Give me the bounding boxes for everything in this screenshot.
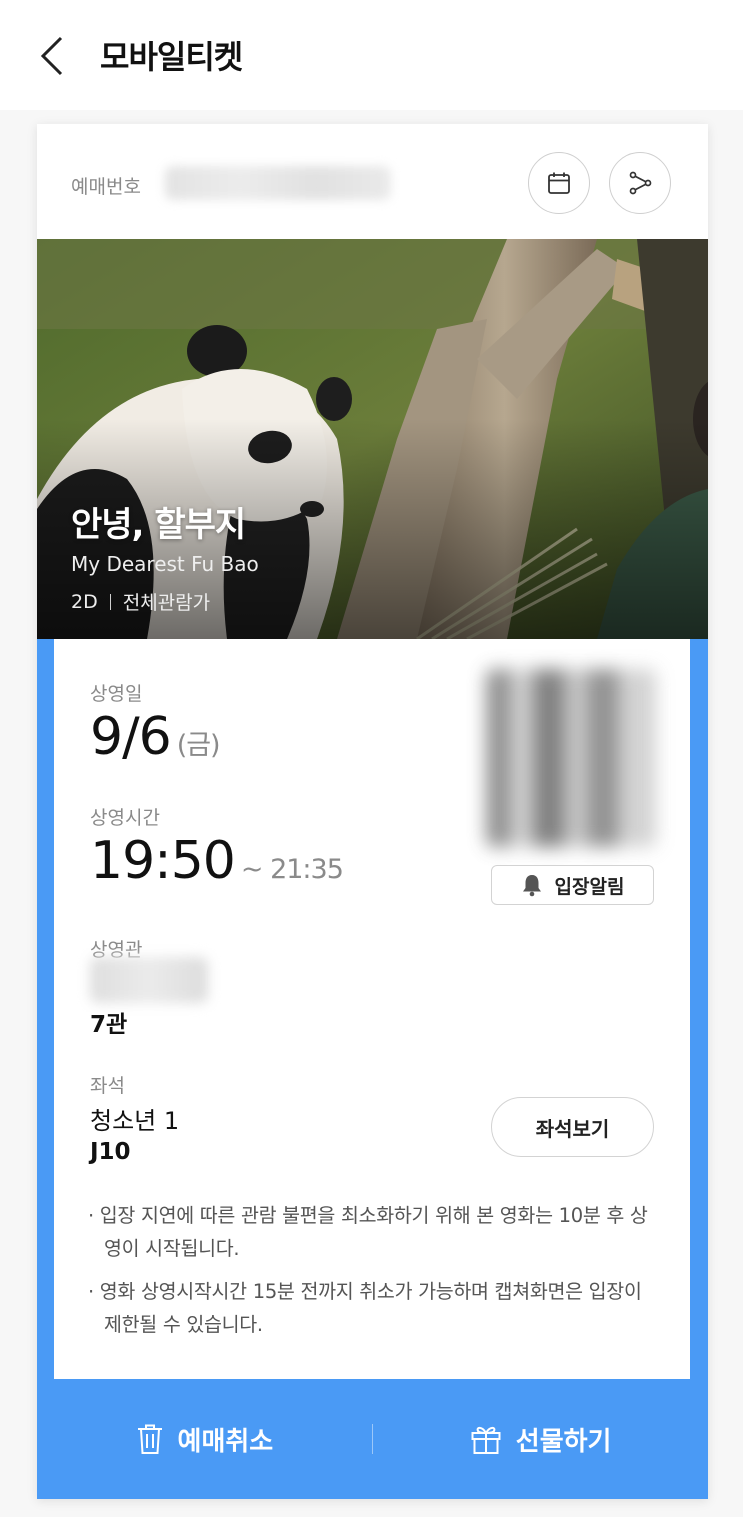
show-date-weekday: (금) xyxy=(176,730,221,761)
ticket-details: 상영일 9/6(금) 상영시간 19:50~ 21:35 입장알림 상영관 xyxy=(54,639,690,1379)
notice-item: · 입장 지연에 따른 관람 불편을 최소화하기 위해 본 영화는 10분 후 … xyxy=(88,1204,648,1260)
trash-icon xyxy=(136,1423,164,1455)
action-bar: 예매취소 선물하기 xyxy=(37,1379,708,1499)
cancel-booking-button[interactable]: 예매취소 xyxy=(37,1379,372,1499)
movie-title: 안녕, 할부지 xyxy=(71,505,246,545)
show-date: 9/6 (금) xyxy=(90,707,221,767)
seat-label: 좌석 xyxy=(90,1075,125,1097)
show-date-value: 9/6 xyxy=(90,707,172,767)
show-time-start: 19:50 xyxy=(90,831,236,891)
booking-number-row: 예매번호 xyxy=(37,124,708,239)
movie-rating: 전체관람가 xyxy=(122,592,211,614)
movie-poster: 안녕, 할부지 My Dearest Fu Bao 2D 전체관람가 xyxy=(37,239,708,639)
chevron-left-icon xyxy=(40,36,63,76)
gift-label: 선물하기 xyxy=(515,1426,612,1457)
enter-alarm-label: 입장알림 xyxy=(554,875,625,898)
movie-subtitle: My Dearest Fu Bao xyxy=(71,552,259,576)
page-title: 모바일티켓 xyxy=(100,38,243,76)
movie-format: 2D xyxy=(71,590,98,613)
movie-meta: 2D 전체관람가 xyxy=(71,588,259,615)
date-label: 상영일 xyxy=(90,683,143,705)
booking-number-redacted xyxy=(165,166,391,200)
show-time-end: ~ 21:35 xyxy=(240,854,344,885)
show-time: 19:50 ~ 21:35 xyxy=(90,831,344,891)
app-header: 모바일티켓 xyxy=(0,0,743,110)
seat-type: 청소년 1 xyxy=(90,1107,180,1135)
enter-alarm-button[interactable]: 입장알림 xyxy=(491,865,654,905)
gift-button[interactable]: 선물하기 xyxy=(373,1379,708,1499)
bell-icon xyxy=(521,873,543,897)
ticket-detail-frame: 상영일 9/6(금) 상영시간 19:50~ 21:35 입장알림 상영관 xyxy=(37,639,708,1499)
calendar-button[interactable] xyxy=(528,152,590,214)
time-label: 상영시간 xyxy=(90,807,160,829)
booking-number-label: 예매번호 xyxy=(71,176,141,198)
share-icon xyxy=(629,171,652,195)
meta-divider xyxy=(109,593,111,610)
seat-number: J10 xyxy=(90,1139,131,1165)
movie-info: 안녕, 할부지 My Dearest Fu Bao 2D 전체관람가 xyxy=(71,497,259,615)
cancel-booking-label: 예매취소 xyxy=(177,1426,274,1457)
theater-value: 7관 xyxy=(90,1012,128,1038)
seat-view-label: 좌석보기 xyxy=(535,1116,610,1141)
seat-view-button[interactable]: 좌석보기 xyxy=(491,1097,654,1157)
cinema-name-redacted xyxy=(90,957,208,1003)
calendar-icon xyxy=(548,172,570,194)
share-button[interactable] xyxy=(609,152,671,214)
notice-item: · 영화 상영시작시간 15분 전까지 취소가 가능하며 캡쳐화면은 입장이 제… xyxy=(88,1280,642,1336)
back-button[interactable] xyxy=(30,28,74,84)
ticket-card: 예매번호 안녕, 할부지 My Dearest Fu Bao 2D 전체관람가 … xyxy=(37,124,708,1499)
qr-code-redacted xyxy=(486,669,656,847)
gift-icon xyxy=(470,1423,502,1455)
